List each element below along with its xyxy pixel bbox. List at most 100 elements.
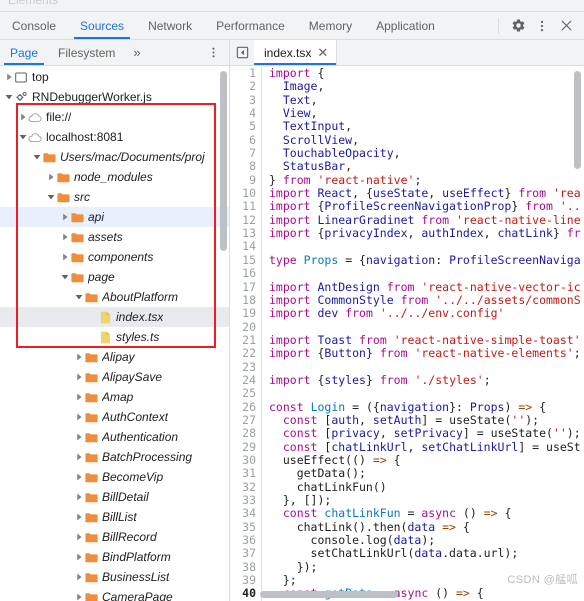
line-number[interactable]: 20 bbox=[230, 321, 256, 334]
chevron-down-icon[interactable] bbox=[32, 153, 42, 161]
chevron-right-icon[interactable] bbox=[74, 513, 84, 521]
line-number[interactable]: 11 bbox=[230, 200, 256, 213]
line-number[interactable]: 17 bbox=[230, 281, 256, 294]
chevron-right-icon[interactable] bbox=[74, 493, 84, 501]
chevron-right-icon[interactable] bbox=[74, 413, 84, 421]
chevron-down-icon[interactable] bbox=[60, 273, 70, 281]
code-line[interactable]: import CommonStyle from '../../assets/co… bbox=[269, 294, 584, 307]
code-line[interactable]: Image, bbox=[269, 80, 584, 93]
line-number[interactable]: 12 bbox=[230, 214, 256, 227]
tree-folder-row[interactable]: BecomeVip bbox=[0, 467, 229, 487]
line-number[interactable]: 23 bbox=[230, 361, 256, 374]
tab-console[interactable]: Console bbox=[0, 12, 68, 39]
tree-folder-row[interactable]: node_modules bbox=[0, 167, 229, 187]
code-editor[interactable]: 1234567891011121314151617181920212223242… bbox=[230, 66, 584, 601]
tree-file-row[interactable]: styles.ts bbox=[0, 327, 229, 347]
line-number[interactable]: 31 bbox=[230, 467, 256, 480]
code-line[interactable]: ScrollView, bbox=[269, 134, 584, 147]
more-vertical-icon[interactable] bbox=[530, 14, 554, 38]
code-line[interactable]: import {ProfileScreenNavigationProp} fro… bbox=[269, 200, 584, 213]
line-number[interactable]: 9 bbox=[230, 174, 256, 187]
line-number[interactable]: 6 bbox=[230, 134, 256, 147]
chevron-right-icon[interactable] bbox=[74, 593, 84, 601]
code-line[interactable] bbox=[269, 387, 584, 400]
line-number[interactable]: 26 bbox=[230, 401, 256, 414]
line-number[interactable]: 4 bbox=[230, 107, 256, 120]
chevron-down-icon[interactable] bbox=[18, 133, 28, 141]
line-number[interactable]: 15 bbox=[230, 254, 256, 267]
tree-folder-row[interactable]: file:// bbox=[0, 107, 229, 127]
collapse-sidebar-icon[interactable] bbox=[230, 40, 254, 65]
line-number[interactable]: 37 bbox=[230, 547, 256, 560]
code-line[interactable]: View, bbox=[269, 107, 584, 120]
tree-folder-row[interactable]: AboutPlatform bbox=[0, 287, 229, 307]
line-number[interactable]: 5 bbox=[230, 120, 256, 133]
line-number[interactable]: 19 bbox=[230, 307, 256, 320]
chevron-down-icon[interactable] bbox=[4, 93, 14, 101]
chevron-right-icon[interactable] bbox=[60, 213, 70, 221]
tree-folder-row[interactable]: RNDebuggerWorker.js bbox=[0, 87, 229, 107]
gear-icon[interactable] bbox=[506, 14, 530, 38]
line-number[interactable]: 29 bbox=[230, 441, 256, 454]
tab-network[interactable]: Network bbox=[136, 12, 204, 39]
code-line[interactable]: getData(); bbox=[269, 467, 584, 480]
line-number[interactable]: 24 bbox=[230, 374, 256, 387]
chevron-right-icon[interactable] bbox=[74, 533, 84, 541]
line-number[interactable]: 27 bbox=[230, 414, 256, 427]
code-line[interactable]: TouchableOpacity, bbox=[269, 147, 584, 160]
line-number[interactable]: 38 bbox=[230, 561, 256, 574]
code-line[interactable]: Text, bbox=[269, 94, 584, 107]
chevron-right-icon[interactable] bbox=[60, 233, 70, 241]
tree-folder-row[interactable]: top bbox=[0, 67, 229, 87]
tree-folder-row[interactable]: Authentication bbox=[0, 427, 229, 447]
chevron-right-icon[interactable] bbox=[60, 253, 70, 261]
code-line[interactable]: import {Button} from 'react-native-eleme… bbox=[269, 347, 584, 360]
line-number[interactable]: 3 bbox=[230, 94, 256, 107]
tree-folder-row[interactable]: BillList bbox=[0, 507, 229, 527]
chevron-down-icon[interactable] bbox=[74, 293, 84, 301]
code-line[interactable]: import AntDesign from 'react-native-vect… bbox=[269, 281, 584, 294]
chevron-right-icon[interactable] bbox=[74, 453, 84, 461]
code-line[interactable]: chatLink().then(data => { bbox=[269, 521, 584, 534]
chevron-right-icon[interactable] bbox=[74, 433, 84, 441]
line-number[interactable]: 28 bbox=[230, 427, 256, 440]
line-number[interactable]: 22 bbox=[230, 347, 256, 360]
line-number[interactable]: 18 bbox=[230, 294, 256, 307]
line-number[interactable]: 1 bbox=[230, 67, 256, 80]
tree-folder-row[interactable]: Users/mac/Documents/proj bbox=[0, 147, 229, 167]
code-line[interactable]: useEffect(() => { bbox=[269, 454, 584, 467]
tree-folder-row[interactable]: src bbox=[0, 187, 229, 207]
code-line[interactable]: import { bbox=[269, 67, 584, 80]
chevron-right-icon[interactable] bbox=[74, 393, 84, 401]
code-line[interactable]: }); bbox=[269, 561, 584, 574]
code-line[interactable]: import dev from '../../env.config' bbox=[269, 307, 584, 320]
line-number[interactable]: 39 bbox=[230, 574, 256, 587]
navigator-tab-filesystem[interactable]: Filesystem bbox=[48, 40, 125, 65]
line-number[interactable]: 7 bbox=[230, 147, 256, 160]
code-line[interactable]: }; bbox=[269, 574, 584, 587]
tree-folder-row[interactable]: BatchProcessing bbox=[0, 447, 229, 467]
tree-folder-row[interactable]: page bbox=[0, 267, 229, 287]
code-line[interactable]: import {privacyIndex, authIndex, chatLin… bbox=[269, 227, 584, 240]
navigator-more-tabs-button[interactable]: » bbox=[125, 40, 148, 65]
line-number[interactable]: 32 bbox=[230, 481, 256, 494]
code-line[interactable]: }, []); bbox=[269, 494, 584, 507]
code-line[interactable]: const Login = ({navigation}: Props) => { bbox=[269, 401, 584, 414]
editor-horizontal-scrollbar[interactable] bbox=[260, 591, 398, 598]
navigator-tab-page[interactable]: Page bbox=[0, 40, 48, 65]
tab-application[interactable]: Application bbox=[364, 12, 447, 39]
editor-tab-index-tsx[interactable]: index.tsx ✕ bbox=[254, 40, 337, 65]
code-lines[interactable]: import { Image, Text, View, TextInput, S… bbox=[262, 67, 584, 601]
file-tree-scrollbar[interactable] bbox=[220, 71, 227, 251]
more-vertical-icon[interactable] bbox=[201, 41, 225, 65]
tree-folder-row[interactable]: components bbox=[0, 247, 229, 267]
code-line[interactable]: const chatLinkFun = async () => { bbox=[269, 507, 584, 520]
line-number[interactable]: 8 bbox=[230, 160, 256, 173]
tree-folder-row[interactable]: BusinessList bbox=[0, 567, 229, 587]
line-number[interactable]: 10 bbox=[230, 187, 256, 200]
tree-folder-row[interactable]: Amap bbox=[0, 387, 229, 407]
chevron-right-icon[interactable] bbox=[74, 573, 84, 581]
chevron-down-icon[interactable] bbox=[46, 193, 56, 201]
code-line[interactable] bbox=[269, 321, 584, 334]
code-line[interactable]: import React, {useState, useEffect} from… bbox=[269, 187, 584, 200]
